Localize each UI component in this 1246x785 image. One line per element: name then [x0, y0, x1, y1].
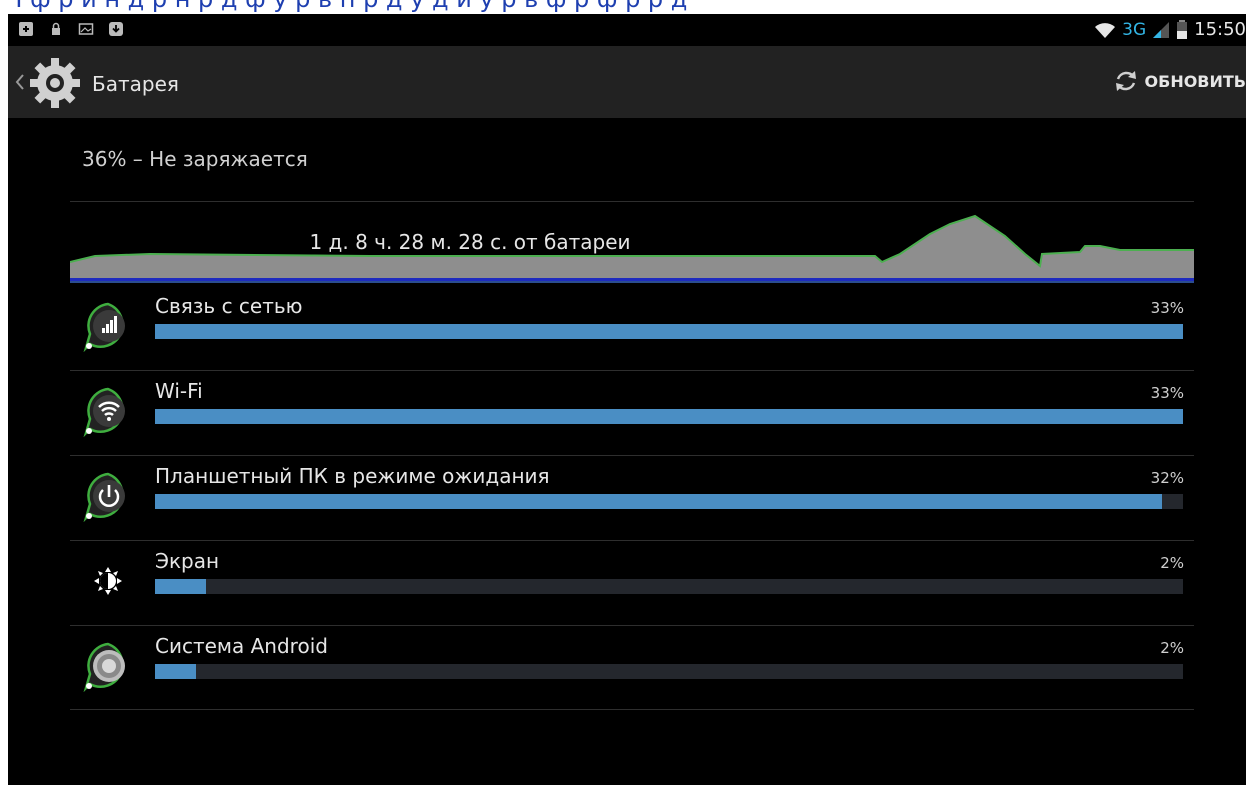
usage-bar-fill	[155, 664, 197, 679]
usage-bar-track	[155, 324, 1183, 339]
wifi-icon	[83, 387, 125, 437]
page-title: Батарея	[92, 72, 179, 96]
usage-row-cell-network[interactable]: Связь с сетью 33%	[70, 286, 1194, 370]
usage-row-percent: 2%	[1160, 554, 1184, 572]
graph-signal-strip	[70, 281, 1194, 283]
clipped-caption-text: Ч ф р и н д р н р д ф у р в п р д у д й …	[0, 0, 1246, 14]
usage-row-label: Экран	[155, 549, 220, 573]
network-type-label: 3G	[1122, 19, 1147, 40]
time-on-battery-label: 1 д. 8 ч. 28 м. 28 с. от батареи	[309, 230, 631, 254]
usage-row-percent: 33%	[1150, 384, 1184, 402]
usage-bar-track	[155, 664, 1183, 679]
battery-icon	[1177, 19, 1188, 39]
usage-bar-track	[155, 409, 1183, 424]
usage-bar-fill	[155, 409, 1183, 424]
refresh-icon	[1115, 71, 1136, 91]
usage-row-label: Система Android	[155, 634, 328, 658]
usage-bar-track	[155, 494, 1183, 509]
lock-icon	[52, 22, 60, 35]
settings-gear-icon[interactable]	[28, 56, 82, 110]
usage-row-percent: 32%	[1150, 469, 1184, 487]
divider	[70, 201, 1194, 202]
refresh-button[interactable]: ОБНОВИТЬ	[1113, 68, 1246, 94]
usage-bar-fill	[155, 494, 1163, 509]
usage-bar-fill	[155, 579, 207, 594]
action-bar: Батарея ОБНОВИТЬ	[8, 46, 1246, 118]
brightness-icon	[94, 567, 122, 595]
divider	[70, 709, 1194, 710]
usage-row-label: Связь с сетью	[155, 294, 303, 318]
battery-status-text: 36% – Не заряжается	[82, 147, 308, 171]
android-system-icon	[83, 642, 125, 692]
signal-strength-icon	[1153, 21, 1170, 38]
clipped-caption-glyphs: Ч ф р и н д р н р д ф у р в п р д у д й …	[6, 0, 687, 13]
status-bar: 3G 15:50	[8, 14, 1246, 46]
usage-row-wifi[interactable]: Wi-Fi 33%	[70, 371, 1194, 455]
usage-row-android-system[interactable]: Система Android 2%	[70, 626, 1194, 710]
power-icon	[83, 472, 125, 522]
back-chevron-icon[interactable]	[14, 72, 26, 92]
usage-row-screen[interactable]: Экран 2%	[70, 541, 1194, 625]
usage-row-label: Планшетный ПК в режиме ожидания	[155, 464, 550, 488]
download-icon	[109, 22, 123, 36]
device-screen: 3G 15:50 Батарея ОБНОВИТЬ 36% – Не заряж…	[8, 14, 1246, 785]
notification-app-icon	[19, 22, 33, 36]
usage-row-percent: 33%	[1150, 299, 1184, 317]
cell-signal-icon	[83, 302, 125, 352]
refresh-label: ОБНОВИТЬ	[1144, 71, 1246, 91]
clock-time: 15:50	[1194, 19, 1246, 40]
usage-row-standby[interactable]: Планшетный ПК в режиме ожидания 32%	[70, 456, 1194, 540]
image-icon	[78, 23, 94, 35]
usage-row-label: Wi-Fi	[155, 379, 203, 403]
graph-baseline	[70, 278, 1194, 281]
usage-row-percent: 2%	[1160, 639, 1184, 657]
wifi-status-icon	[1095, 22, 1116, 38]
usage-bar-track	[155, 579, 1183, 594]
usage-bar-fill	[155, 324, 1183, 339]
